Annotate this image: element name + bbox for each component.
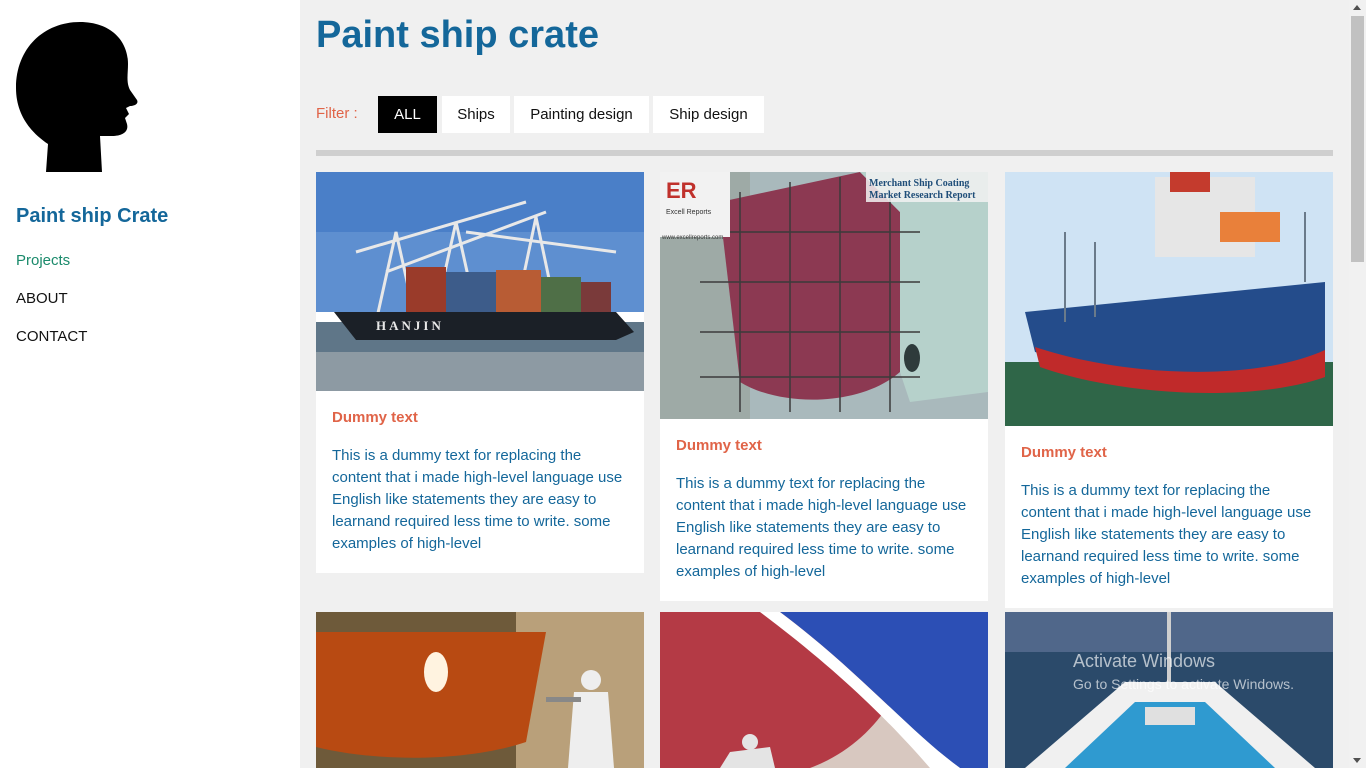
filter-ships-button[interactable]: Ships	[442, 96, 510, 133]
filter-painting-design-button[interactable]: Painting design	[514, 96, 649, 133]
card-title: Dummy text	[332, 409, 418, 426]
sidebar-nav: Projects ABOUT CONTACT	[16, 252, 87, 366]
project-card[interactable]	[316, 612, 644, 768]
sidebar: Paint ship Crate Projects ABOUT CONTACT	[0, 0, 300, 768]
watermark-line-1: Activate Windows	[1073, 651, 1216, 671]
card-text: This is a dummy text for replacing the c…	[676, 475, 967, 580]
image-text-line-2: Market Research Report	[869, 190, 976, 201]
card-text: This is a dummy text for replacing the c…	[332, 447, 623, 552]
vertical-scrollbar[interactable]	[1349, 0, 1366, 768]
head-silhouette-logo	[16, 20, 138, 172]
nav-item-about[interactable]: ABOUT	[16, 290, 87, 328]
card-title: Dummy text	[1021, 444, 1107, 461]
filter-ship-design-button[interactable]: Ship design	[653, 96, 764, 133]
card-text: This is a dummy text for replacing the c…	[1021, 482, 1312, 587]
ship-hull-scaffolding-image[interactable]: ER Excell Reports www.excellreports.com …	[660, 172, 988, 419]
nav-item-contact[interactable]: CONTACT	[16, 328, 87, 366]
image-url-text: www.excellreports.com	[661, 235, 723, 241]
project-card[interactable]: Dummy text This is a dummy text for repl…	[1005, 172, 1333, 608]
activate-windows-watermark: Activate Windows Go to Settings to activ…	[1073, 651, 1294, 692]
container-ship-image[interactable]: HANJIN	[316, 172, 644, 391]
image-text-hanjin: HANJIN	[376, 318, 444, 333]
filter-label: Filter :	[316, 105, 358, 122]
orange-hull-painting-image[interactable]	[316, 612, 644, 768]
watermark-line-2: Go to Settings to activate Windows.	[1073, 676, 1294, 692]
blue-ship-stern-image[interactable]	[1005, 172, 1333, 426]
image-text-line-1: Merchant Ship Coating	[869, 178, 969, 189]
scroll-up-arrow-icon[interactable]	[1353, 5, 1361, 10]
filter-all-button[interactable]: ALL	[378, 96, 437, 133]
page-title: Paint ship crate	[316, 14, 599, 56]
image-logo-subtitle: Excell Reports	[666, 209, 712, 216]
project-card[interactable]	[660, 612, 988, 768]
card-title: Dummy text	[676, 437, 762, 454]
site-title[interactable]: Paint ship Crate	[16, 205, 168, 228]
image-logo-er: ER	[666, 178, 697, 203]
project-card[interactable]: HANJIN Dummy text This is a dummy text f…	[316, 172, 644, 573]
scrollbar-thumb[interactable]	[1351, 16, 1364, 262]
filter-divider	[316, 150, 1333, 156]
ship-bow-painting-image[interactable]	[660, 612, 988, 768]
project-card[interactable]: ER Excell Reports www.excellreports.com …	[660, 172, 988, 601]
scroll-down-arrow-icon[interactable]	[1353, 758, 1361, 763]
nav-item-projects[interactable]: Projects	[16, 252, 87, 290]
